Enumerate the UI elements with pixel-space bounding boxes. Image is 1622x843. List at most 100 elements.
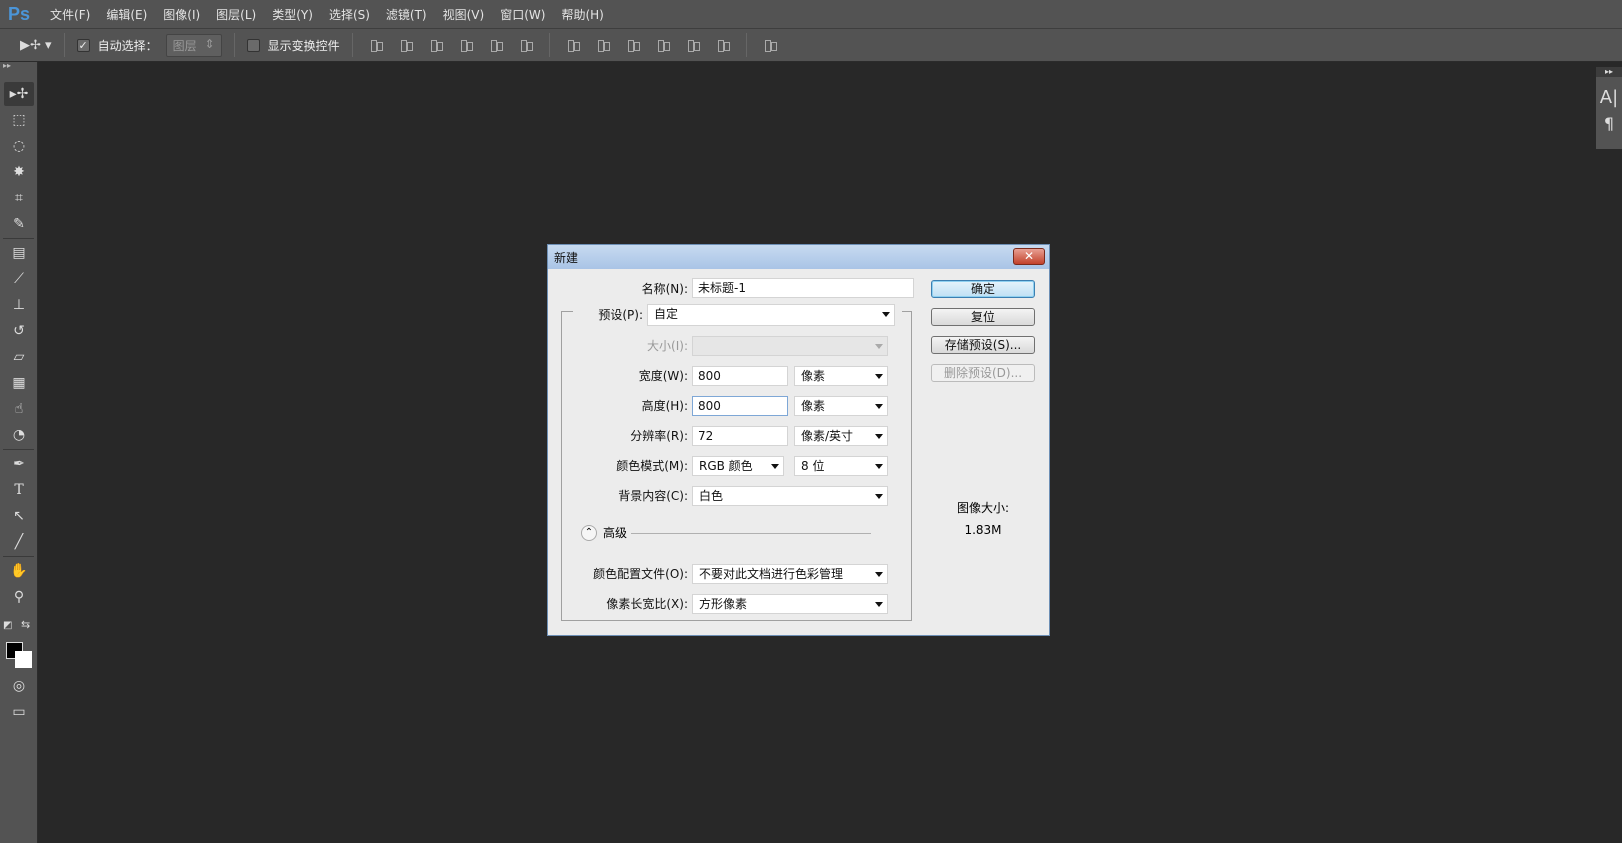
menu-image[interactable]: 图像(I) xyxy=(155,6,208,23)
preset-select[interactable]: 自定 xyxy=(647,304,895,326)
crop-tool-icon[interactable]: ⌗ xyxy=(4,186,34,210)
eraser-tool-icon[interactable]: ▱ xyxy=(4,345,34,369)
tools-panel: ▸▸ ▸✢ ⬚ ◌ ✸ ⌗ ✎ ▤ ⟋ ⊥ ↺ ▱ ▦ ☝ ◔ ✒ T ↖ ╱ … xyxy=(0,62,38,843)
menu-filter[interactable]: 滤镜(T) xyxy=(378,6,435,23)
distribute-hcenter-icon[interactable] xyxy=(686,38,700,52)
close-button[interactable]: ✕ xyxy=(1013,248,1045,265)
resolution-unit-select[interactable]: 像素/英寸 xyxy=(794,426,888,446)
history-brush-tool-icon[interactable]: ↺ xyxy=(4,319,34,343)
name-input[interactable]: 未标题-1 xyxy=(692,278,914,298)
collapse-icon[interactable]: ▸▸ xyxy=(0,62,37,70)
screen-mode-icon[interactable]: ▭ xyxy=(4,700,34,724)
auto-select-target-value: 图层 xyxy=(172,38,197,53)
menu-window[interactable]: 窗口(W) xyxy=(492,6,553,23)
magic-wand-tool-icon[interactable]: ✸ xyxy=(4,160,34,184)
quick-mask-icon[interactable]: ◎ xyxy=(4,674,34,698)
expand-panels-icon[interactable]: ▸▸ xyxy=(1596,67,1622,77)
align-bottom-icon[interactable] xyxy=(429,38,443,52)
menu-layer[interactable]: 图层(L) xyxy=(208,6,264,23)
background-label: 背景内容(C): xyxy=(618,489,688,503)
align-hcenter-icon[interactable] xyxy=(489,38,503,52)
advanced-label: 高级 xyxy=(603,526,628,540)
brush-tool-icon[interactable]: ⟋ xyxy=(4,267,34,291)
move-tool-icon[interactable]: ▸✢ xyxy=(4,82,34,106)
menu-select[interactable]: 选择(S) xyxy=(321,6,378,23)
pixel-aspect-label: 像素长宽比(X): xyxy=(606,597,688,611)
path-selection-tool-icon[interactable]: ↖ xyxy=(4,504,34,528)
background-value: 白色 xyxy=(699,489,724,503)
menu-edit[interactable]: 编辑(E) xyxy=(98,6,155,23)
eyedropper-tool-icon[interactable]: ✎ xyxy=(4,212,34,236)
align-left-icon[interactable] xyxy=(459,38,473,52)
dropdown-arrow-icon xyxy=(875,374,883,379)
auto-align-icon[interactable] xyxy=(763,38,777,52)
resolution-input[interactable]: 72 xyxy=(692,426,788,446)
color-mode-select[interactable]: RGB 颜色 xyxy=(692,456,784,476)
dropdown-arrow-icon xyxy=(882,312,890,317)
healing-brush-tool-icon[interactable]: ▤ xyxy=(4,241,34,265)
pixel-aspect-select[interactable]: 方形像素 xyxy=(692,594,888,614)
photoshop-logo: Ps xyxy=(8,3,31,24)
dialog-title: 新建 xyxy=(554,250,579,265)
dropdown-arrow-icon xyxy=(875,344,883,349)
paragraph-panel-icon[interactable]: ¶ xyxy=(1596,114,1622,133)
panel-grip[interactable] xyxy=(0,70,37,80)
blur-tool-icon[interactable]: ☝ xyxy=(4,397,34,421)
color-profile-value: 不要对此文档进行色彩管理 xyxy=(699,567,844,581)
distribute-top-icon[interactable] xyxy=(566,38,580,52)
move-tool-preset-icon[interactable]: ▶✢ ▾ xyxy=(20,38,52,53)
marquee-tool-icon[interactable]: ⬚ xyxy=(4,108,34,132)
menu-file[interactable]: 文件(F) xyxy=(42,6,98,23)
default-colors-icon[interactable]: ◩ xyxy=(3,620,12,631)
divider xyxy=(63,33,65,57)
distribute-bottom-icon[interactable] xyxy=(626,38,640,52)
size-select xyxy=(692,336,888,356)
menu-help[interactable]: 帮助(H) xyxy=(553,6,611,23)
line-tool-icon[interactable]: ╱ xyxy=(4,530,34,554)
menu-type[interactable]: 类型(Y) xyxy=(264,6,321,23)
delete-preset-button: 删除预设(D)... xyxy=(931,364,1035,382)
dropdown-arrow-icon xyxy=(875,464,883,469)
show-transform-checkbox[interactable] xyxy=(246,38,260,52)
dodge-tool-icon[interactable]: ◔ xyxy=(4,423,34,447)
collapse-advanced-icon[interactable]: ⌃ xyxy=(581,525,597,541)
align-top-icon[interactable] xyxy=(369,38,383,52)
bit-depth-select[interactable]: 8 位 xyxy=(794,456,888,476)
name-label: 名称(N): xyxy=(641,282,688,296)
align-vcenter-icon[interactable] xyxy=(399,38,413,52)
bit-depth-value: 8 位 xyxy=(801,459,825,473)
background-select[interactable]: 白色 xyxy=(692,486,888,506)
height-unit-value: 像素 xyxy=(801,399,826,413)
hand-tool-icon[interactable]: ✋ xyxy=(4,559,34,583)
height-unit-select[interactable]: 像素 xyxy=(794,396,888,416)
auto-select-target-dropdown[interactable]: 图层 ⇕ xyxy=(165,33,222,57)
lasso-tool-icon[interactable]: ◌ xyxy=(4,134,34,158)
width-input[interactable]: 800 xyxy=(692,366,788,386)
type-tool-icon[interactable]: T xyxy=(4,478,34,502)
gradient-tool-icon[interactable]: ▦ xyxy=(4,371,34,395)
resolution-unit-value: 像素/英寸 xyxy=(801,429,854,443)
distribute-right-icon[interactable] xyxy=(716,38,730,52)
color-profile-select[interactable]: 不要对此文档进行色彩管理 xyxy=(692,564,888,584)
pen-tool-icon[interactable]: ✒ xyxy=(4,452,34,476)
dialog-title-bar[interactable]: 新建 xyxy=(548,245,1049,269)
distribute-vcenter-icon[interactable] xyxy=(596,38,610,52)
collapsed-panel-dock: ▸▸ A| ¶ xyxy=(1596,67,1622,149)
zoom-tool-icon[interactable]: ⚲ xyxy=(4,585,34,609)
character-panel-icon[interactable]: A| xyxy=(1596,87,1622,108)
auto-select-checkbox[interactable]: ✓ xyxy=(76,38,90,52)
reset-button[interactable]: 复位 xyxy=(931,308,1035,326)
ok-button[interactable]: 确定 xyxy=(931,280,1035,298)
menu-view[interactable]: 视图(V) xyxy=(435,6,493,23)
save-preset-button[interactable]: 存储预设(S)... xyxy=(931,336,1035,354)
spinner-icon: ⇕ xyxy=(204,36,215,51)
background-color-swatch[interactable] xyxy=(15,651,32,668)
width-unit-select[interactable]: 像素 xyxy=(794,366,888,386)
swap-colors-icon[interactable]: ⇆ xyxy=(21,618,30,631)
distribute-left-icon[interactable] xyxy=(656,38,670,52)
align-right-icon[interactable] xyxy=(519,38,533,52)
clone-stamp-tool-icon[interactable]: ⊥ xyxy=(4,293,34,317)
divider xyxy=(3,238,34,239)
dropdown-arrow-icon xyxy=(875,572,883,577)
height-input[interactable]: 800 xyxy=(692,396,788,416)
